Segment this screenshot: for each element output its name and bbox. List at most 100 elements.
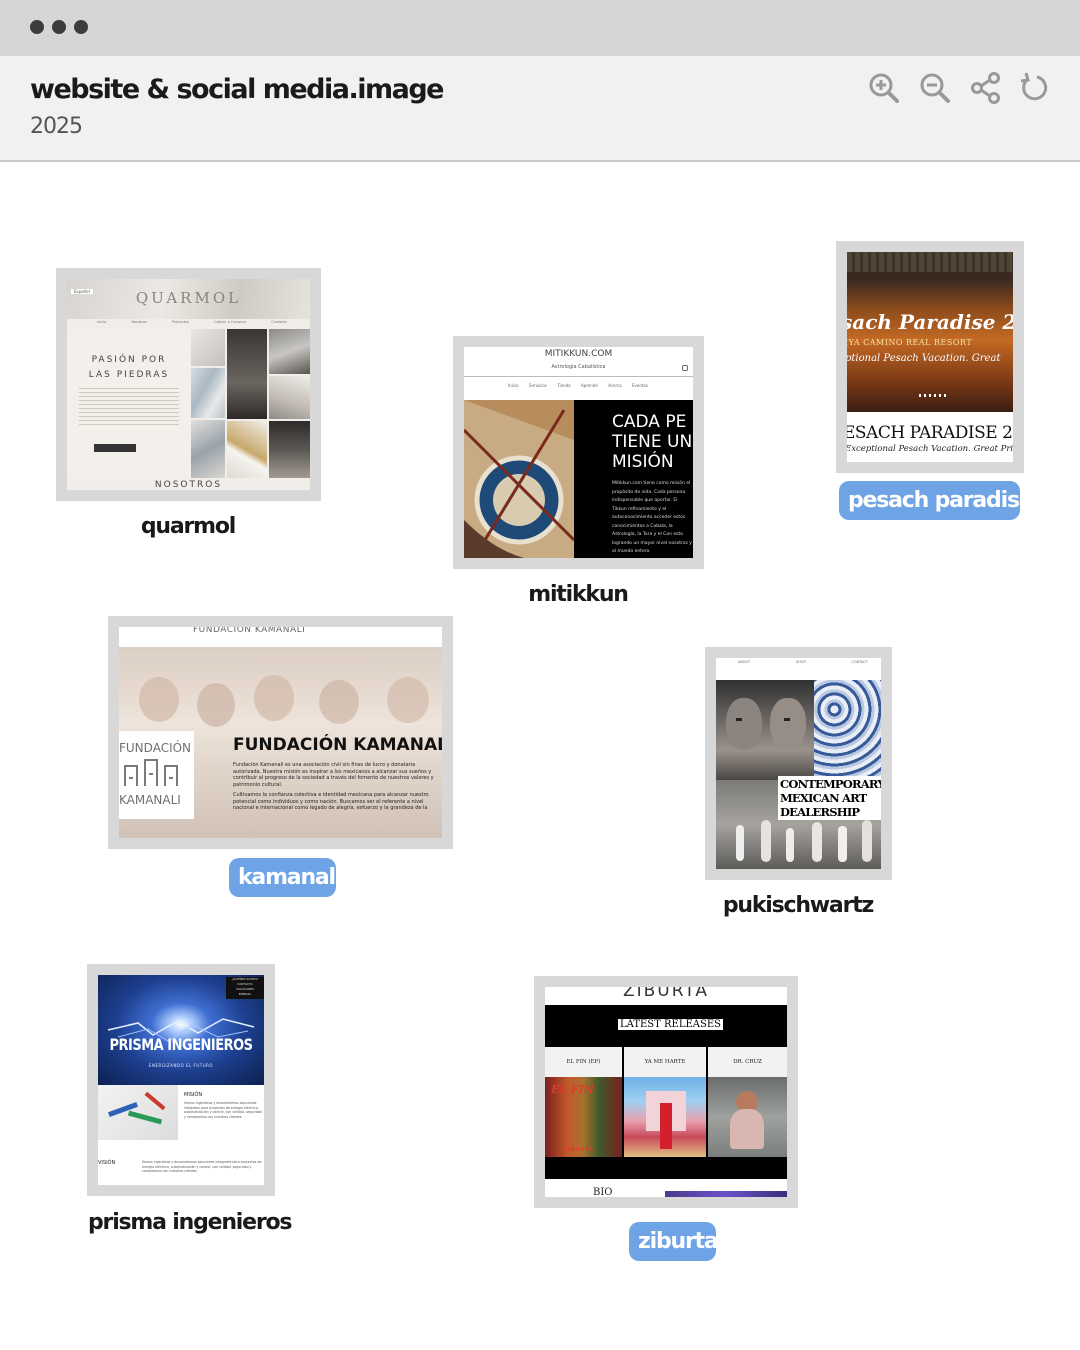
ziburta-footer-image (665, 1191, 787, 1197)
kamanali-site-title: FUNDACION KAMANALI (193, 627, 306, 635)
kamanali-heading: FUNDACIÓN KAMANAL (233, 735, 442, 755)
pesach-banner-venue: IYA CAMINO REAL RESORT (847, 338, 973, 347)
quarmol-cta-button (94, 444, 136, 452)
project-label-pesach-paradise[interactable]: pesach paradise (839, 481, 1034, 520)
release-card-header[interactable]: YA ME HARTE (624, 1047, 706, 1077)
release-cover-el-fin[interactable]: EL FIN ZIBURTA (545, 1077, 622, 1157)
quarmol-body-text (79, 385, 179, 425)
ziburta-releases-banner: LATEST RELEASES (545, 1005, 787, 1045)
pesach-heading: ESACH PARADISE 20 (847, 423, 1013, 443)
heading-line: CADA PE (612, 412, 687, 432)
project-thumbnail-pukischwartz[interactable]: ABOUT SHOP CONTACT CONTEMPORARY MEXICAN … (705, 647, 892, 880)
menu-item: ENERGÍA (238, 992, 252, 996)
page-subtitle: 2025 (30, 114, 83, 139)
pesach-tagline: Exceptional Pesach Vacation. Great Price (847, 444, 1013, 454)
nav-item: CONTACT (851, 660, 868, 664)
cover-text: EL FIN (551, 1083, 594, 1096)
ziburta-website-screenshot: ZIBURTA LATEST RELEASES EL FIN (EP) EL F… (545, 987, 787, 1197)
release-cover-ya-me-harte[interactable] (624, 1077, 706, 1157)
project-label-kamanali[interactable]: kamanali (229, 858, 342, 897)
pukischwartz-overlay-text: CONTEMPORARY MEXICAN ART DEALERSHIP (778, 776, 881, 820)
pesach-banner-tagline: ptional Pesach Vacation. Great (847, 353, 1001, 364)
prisma-body-text: Somos ingenieros y desarrollamos solucio… (184, 1101, 262, 1119)
prisma-tagline: ENERGIZANDO EL FUTURO (148, 1063, 214, 1068)
project-label-quarmol: quarmol (140, 514, 236, 539)
prisma-hero: ¿QUIÉNES SOMOS? CONTACTO SOLUCIONES ENER… (98, 975, 264, 1085)
window-dot-icon[interactable] (52, 20, 66, 34)
mitikkun-body-text: Mitikkun.com tiene como misión el propós… (612, 481, 692, 554)
overlay-line: DEALERSHIP (780, 805, 860, 819)
pesach-website-screenshot: sach Paradise 2 IYA CAMINO REAL RESORT p… (847, 252, 1013, 462)
project-thumbnail-kamanali[interactable]: FUNDACION KAMANALI FUNDACIÓN KAMANALI FU… (108, 616, 453, 849)
quarmol-website-screenshot: Español QUARMOL Inicio Nosotros Producto… (67, 279, 310, 490)
pesach-banner-title: sach Paradise 2 (847, 310, 1013, 334)
page-title: website & social media.image (30, 74, 444, 105)
ziburta-section-title: LATEST RELEASES (618, 1019, 723, 1030)
project-thumbnail-prisma-ingenieros[interactable]: ¿QUIÉNES SOMOS? CONTACTO SOLUCIONES ENER… (87, 964, 275, 1196)
window-dot-icon[interactable] (74, 20, 88, 34)
nav-item: Inicio (508, 383, 519, 388)
window-header: website & social media.image 2025 (0, 56, 1080, 162)
quarmol-logo: QUARMOL (135, 289, 242, 307)
overlay-line: CONTEMPORARY (780, 777, 881, 791)
nav-item: Aprende (580, 383, 598, 388)
pukischwartz-nav: ABOUT SHOP CONTACT (738, 660, 868, 664)
carousel-dots (919, 394, 949, 397)
nav-item: Contacto (271, 320, 287, 324)
kamanali-website-screenshot: FUNDACION KAMANALI FUNDACIÓN KAMANALI FU… (119, 627, 442, 838)
quarmol-text-panel: PASIÓN POR LAS PIEDRAS (67, 329, 191, 479)
mitikkun-hero: CADA PE TIENE UN MISIÓN Mitikkun.com tie… (464, 400, 693, 558)
prisma-website-screenshot: ¿QUIÉNES SOMOS? CONTACTO SOLUCIONES ENER… (98, 975, 264, 1185)
nav-item: Productos (171, 320, 190, 324)
project-thumbnail-mitikkun[interactable]: MITIKKUN.COM Astrología Cabalística Inic… (453, 336, 704, 569)
quarmol-nav: Inicio Nosotros Productos Cotizar a Comp… (97, 320, 287, 324)
nav-item: Acerca (608, 383, 622, 388)
window-titlebar (0, 0, 1080, 56)
release-title: YA ME HARTE (644, 1059, 686, 1065)
mitikkun-tagline: Astrología Cabalística (551, 364, 606, 370)
project-label-prisma-ingenieros: prisma ingenieros (88, 1210, 293, 1235)
project-thumbnail-quarmol[interactable]: Español QUARMOL Inicio Nosotros Producto… (56, 268, 321, 501)
nav-item: Servicios (528, 383, 547, 388)
quarmol-heading-line: LAS PIEDRAS (88, 370, 170, 380)
prisma-tools-photo (98, 1085, 178, 1140)
project-label-ziburta[interactable]: ziburta (629, 1222, 719, 1261)
prisma-menu: ¿QUIÉNES SOMOS? CONTACTO SOLUCIONES ENER… (226, 977, 264, 999)
prisma-section-heading: MISIÓN (184, 1092, 203, 1098)
pukischwartz-artwork-faces (716, 680, 814, 780)
nav-item: ABOUT (738, 660, 751, 664)
project-thumbnail-pesach-paradise[interactable]: sach Paradise 2 IYA CAMINO REAL RESORT p… (836, 241, 1024, 473)
mitikkun-heading: CADA PE TIENE UN MISIÓN (612, 412, 692, 472)
release-card-header[interactable]: EL FIN (EP) (545, 1047, 622, 1077)
zoom-in-icon[interactable] (866, 70, 902, 106)
window-dot-icon[interactable] (30, 20, 44, 34)
canvas: website & social media.image 2025 Españo… (0, 0, 1080, 1350)
pukischwartz-artwork-talavera (814, 680, 881, 778)
mitikkun-website-screenshot: MITIKKUN.COM Astrología Cabalística Inic… (464, 347, 693, 558)
nav-item: Eventos (632, 383, 648, 388)
nav-item: Inicio (97, 320, 107, 324)
share-icon[interactable] (968, 70, 1004, 106)
kamanali-hero-photo: FUNDACIÓN KAMANALI FUNDACIÓN KAMANAL Fun… (119, 647, 442, 838)
prisma-body-text: Somos ingenieros y desarrollamos solucio… (142, 1160, 262, 1173)
project-label-mitikkun: mitikkun (528, 582, 629, 607)
overlay-line: MEXICAN ART (780, 791, 867, 805)
zoom-out-icon[interactable] (917, 70, 953, 106)
project-thumbnail-ziburta[interactable]: ZIBURTA LATEST RELEASES EL FIN (EP) EL F… (534, 976, 798, 1208)
mitikkun-astrolabe-image (464, 400, 574, 558)
release-card-header[interactable]: DR. CRUZ (708, 1047, 787, 1077)
mitikkun-logo: MITIKKUN.COM (544, 349, 613, 359)
quarmol-footer-heading: NOSOTROS (67, 478, 310, 490)
release-cover-dr-cruz[interactable] (708, 1077, 787, 1157)
quarmol-photo-grid (191, 329, 310, 479)
kamanali-body-text: Cultivamos la confianza colectiva e iden… (233, 792, 429, 812)
heading-line: TIENE UN (612, 432, 693, 452)
rotate-icon[interactable] (1017, 70, 1053, 106)
heading-line: MISIÓN (612, 452, 674, 472)
instagram-icon (682, 365, 688, 371)
ziburta-footer-heading: BIO (593, 1187, 613, 1197)
release-title: EL FIN (EP) (566, 1059, 601, 1065)
kamanali-body-text: Fundación Kamanali es una asociación civ… (233, 762, 434, 788)
ziburta-releases-grid: EL FIN (EP) EL FIN ZIBURTA YA ME HARTE D… (545, 1045, 787, 1179)
pesach-resort-photo: sach Paradise 2 IYA CAMINO REAL RESORT p… (847, 252, 1013, 412)
